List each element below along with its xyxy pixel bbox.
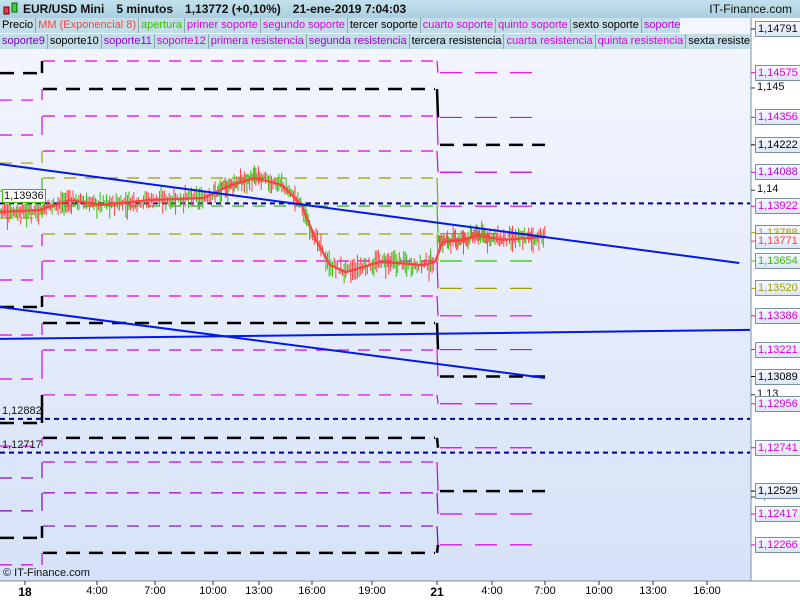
x-tick-label: 19:00	[358, 585, 386, 597]
level-price-label: 1,13386	[755, 307, 800, 324]
level-price-label: 1,12741	[755, 439, 800, 456]
legend-item[interactable]: soporte9	[0, 34, 48, 49]
level-price-label: 1,13922	[755, 198, 800, 215]
horizontal-line-label: 1,12717	[2, 438, 42, 451]
legend-item[interactable]: cuarto soporte	[420, 18, 497, 33]
datetime: 21-ene-2019 7:04:03	[292, 2, 407, 16]
x-tick-label: 4:00	[481, 585, 503, 597]
level-price-label: 1,13221	[755, 341, 800, 358]
horizontal-line-label: 1,13936	[2, 189, 46, 204]
level-price-label: 1,13654	[755, 253, 800, 269]
level-price-label: 1,12956	[755, 395, 800, 412]
x-tick-label: 7:00	[534, 585, 556, 597]
legend-item[interactable]: Precio	[0, 18, 37, 33]
x-tick-label: 21	[430, 585, 444, 599]
current-price-label: 1,13771	[755, 233, 800, 250]
legend-item[interactable]: sexta resistencia	[686, 34, 750, 49]
chart-header: EUR/USD Mini 5 minutos 1,13772 (+0,10%) …	[0, 0, 800, 18]
interval: 5 minutos	[116, 2, 174, 16]
level-step	[435, 88, 440, 118]
legend-item[interactable]: cuarta resistencia	[504, 34, 596, 49]
legend-item[interactable]: primer soporte	[185, 18, 261, 33]
copyright: © IT-Finance.com	[3, 567, 90, 579]
y-tick-label: 1,14	[757, 183, 779, 196]
level-step	[435, 437, 440, 448]
last-price: 1,13772 (+0,10%)	[185, 2, 281, 16]
horizontal-line-label: 1,12882	[2, 404, 42, 417]
legend-item[interactable]: tercer soporte	[347, 18, 421, 33]
legend-item[interactable]: segundo soporte	[260, 18, 348, 33]
candlestick-logo-icon	[3, 2, 19, 16]
legend-item[interactable]: soporte11	[101, 34, 155, 49]
legend-item[interactable]: primera resistencia	[208, 34, 307, 49]
level-price-label: 1,14222	[755, 136, 800, 153]
symbol: EUR/USD Mini	[23, 2, 105, 16]
level-step	[435, 322, 440, 350]
x-tick-label: 16:00	[298, 585, 326, 597]
level-price-label: 1,13089	[755, 368, 800, 385]
top-price-label: 1,14791	[755, 21, 800, 37]
legend-item[interactable]: quinta resistencia	[595, 34, 687, 49]
legend-item[interactable]: soporte10	[47, 34, 102, 49]
legend-row-1: Precio MM (Exponencial 8) apertura primer s…	[0, 18, 680, 33]
x-tick-label: 16:00	[693, 585, 721, 597]
legend-item[interactable]: segunda resistencia	[306, 34, 410, 49]
level-price-label: 1,14088	[755, 164, 800, 181]
legend-item[interactable]: apertura	[139, 18, 185, 33]
x-tick-label: 10:00	[585, 585, 613, 597]
legend-row-2: soporte9 soporte10 soporte11 soporte12 prime…	[0, 34, 750, 49]
level-price-label: 1,12266	[755, 536, 800, 553]
x-tick-label: 4:00	[86, 585, 108, 597]
legend-item[interactable]: soporte 7	[641, 18, 680, 33]
plot-area	[0, 0, 751, 581]
x-tick-label: 18	[18, 585, 32, 599]
brand: IT-Finance.com	[709, 2, 792, 16]
legend-item[interactable]: soporte12	[154, 34, 209, 49]
legend-item[interactable]: tercera resistencia	[409, 34, 505, 49]
level-price-label: 1,14575	[755, 64, 800, 81]
legend-item[interactable]: MM (Exponencial 8)	[36, 18, 140, 33]
x-tick-label: 7:00	[144, 585, 166, 597]
x-tick-label: 13:00	[639, 585, 667, 597]
level-price-label: 1,14356	[755, 109, 800, 126]
y-tick-label: 1,145	[757, 81, 785, 93]
level-price-label: 1,13520	[755, 280, 800, 297]
level-price-label: 1,12417	[755, 505, 800, 522]
legend-item[interactable]: quinto soporte	[496, 18, 571, 33]
level-step	[435, 544, 440, 553]
x-tick-label: 10:00	[199, 585, 227, 597]
price-chart[interactable]	[0, 0, 800, 600]
legend-item[interactable]: sexto soporte	[570, 18, 642, 33]
x-tick-label: 13:00	[245, 585, 273, 597]
level-price-label: 1,12529	[755, 483, 800, 500]
